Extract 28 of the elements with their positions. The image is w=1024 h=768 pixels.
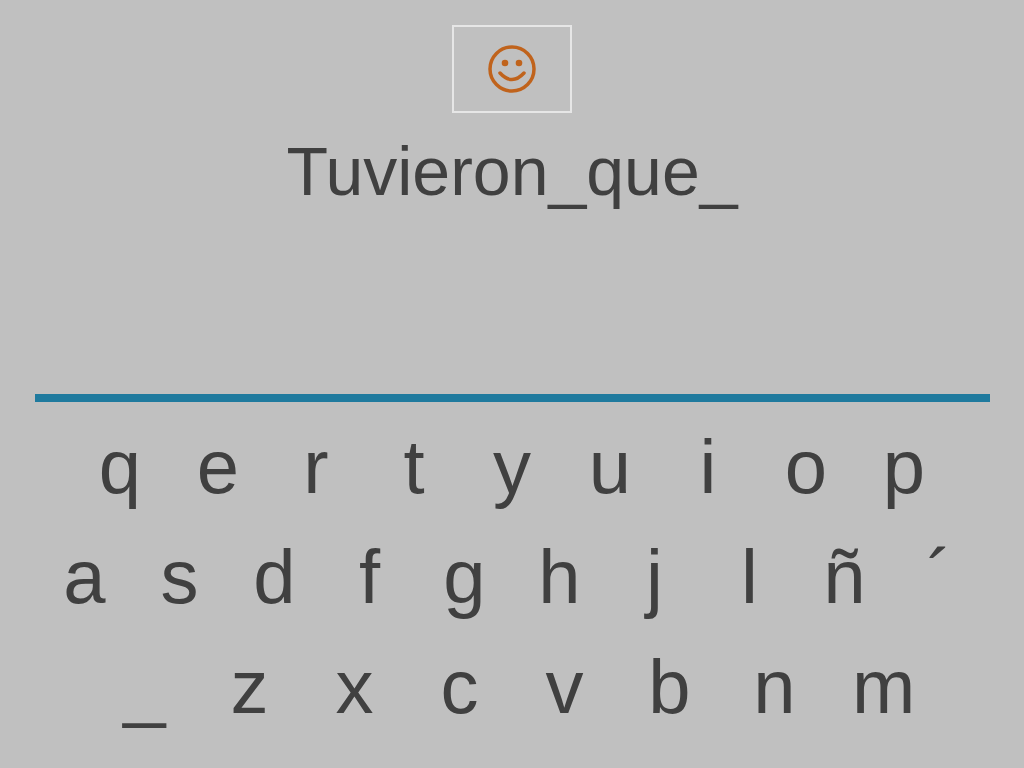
smiley-icon — [487, 44, 537, 94]
letter-key[interactable]: ´ — [914, 527, 965, 627]
letter-key[interactable]: d — [249, 527, 300, 627]
letter-key[interactable]: l — [724, 527, 775, 627]
letter-key[interactable]: e — [193, 417, 243, 517]
letter-key[interactable]: g — [439, 527, 490, 627]
letter-key[interactable]: v — [537, 637, 592, 737]
letter-key[interactable]: y — [487, 417, 537, 517]
letter-key[interactable]: _ — [117, 637, 172, 737]
letter-key[interactable]: z — [222, 637, 277, 737]
letter-key[interactable]: q — [95, 417, 145, 517]
letter-key[interactable]: x — [327, 637, 382, 737]
letter-key[interactable]: t — [389, 417, 439, 517]
letter-key[interactable]: p — [879, 417, 929, 517]
letter-key[interactable]: o — [781, 417, 831, 517]
letter-key[interactable]: a — [59, 527, 110, 627]
letter-key[interactable]: h — [534, 527, 585, 627]
sentence-text: Tuvieron_que_ — [286, 132, 738, 211]
letter-key[interactable]: f — [344, 527, 395, 627]
letter-key[interactable]: i — [683, 417, 733, 517]
letter-key[interactable]: s — [154, 527, 205, 627]
letter-key[interactable]: u — [585, 417, 635, 517]
letter-key[interactable]: j — [629, 527, 680, 627]
letter-key[interactable]: c — [432, 637, 487, 737]
letter-key[interactable]: n — [747, 637, 802, 737]
letter-key[interactable]: b — [642, 637, 697, 737]
letter-key[interactable]: ñ — [819, 527, 870, 627]
letter-key[interactable]: r — [291, 417, 341, 517]
